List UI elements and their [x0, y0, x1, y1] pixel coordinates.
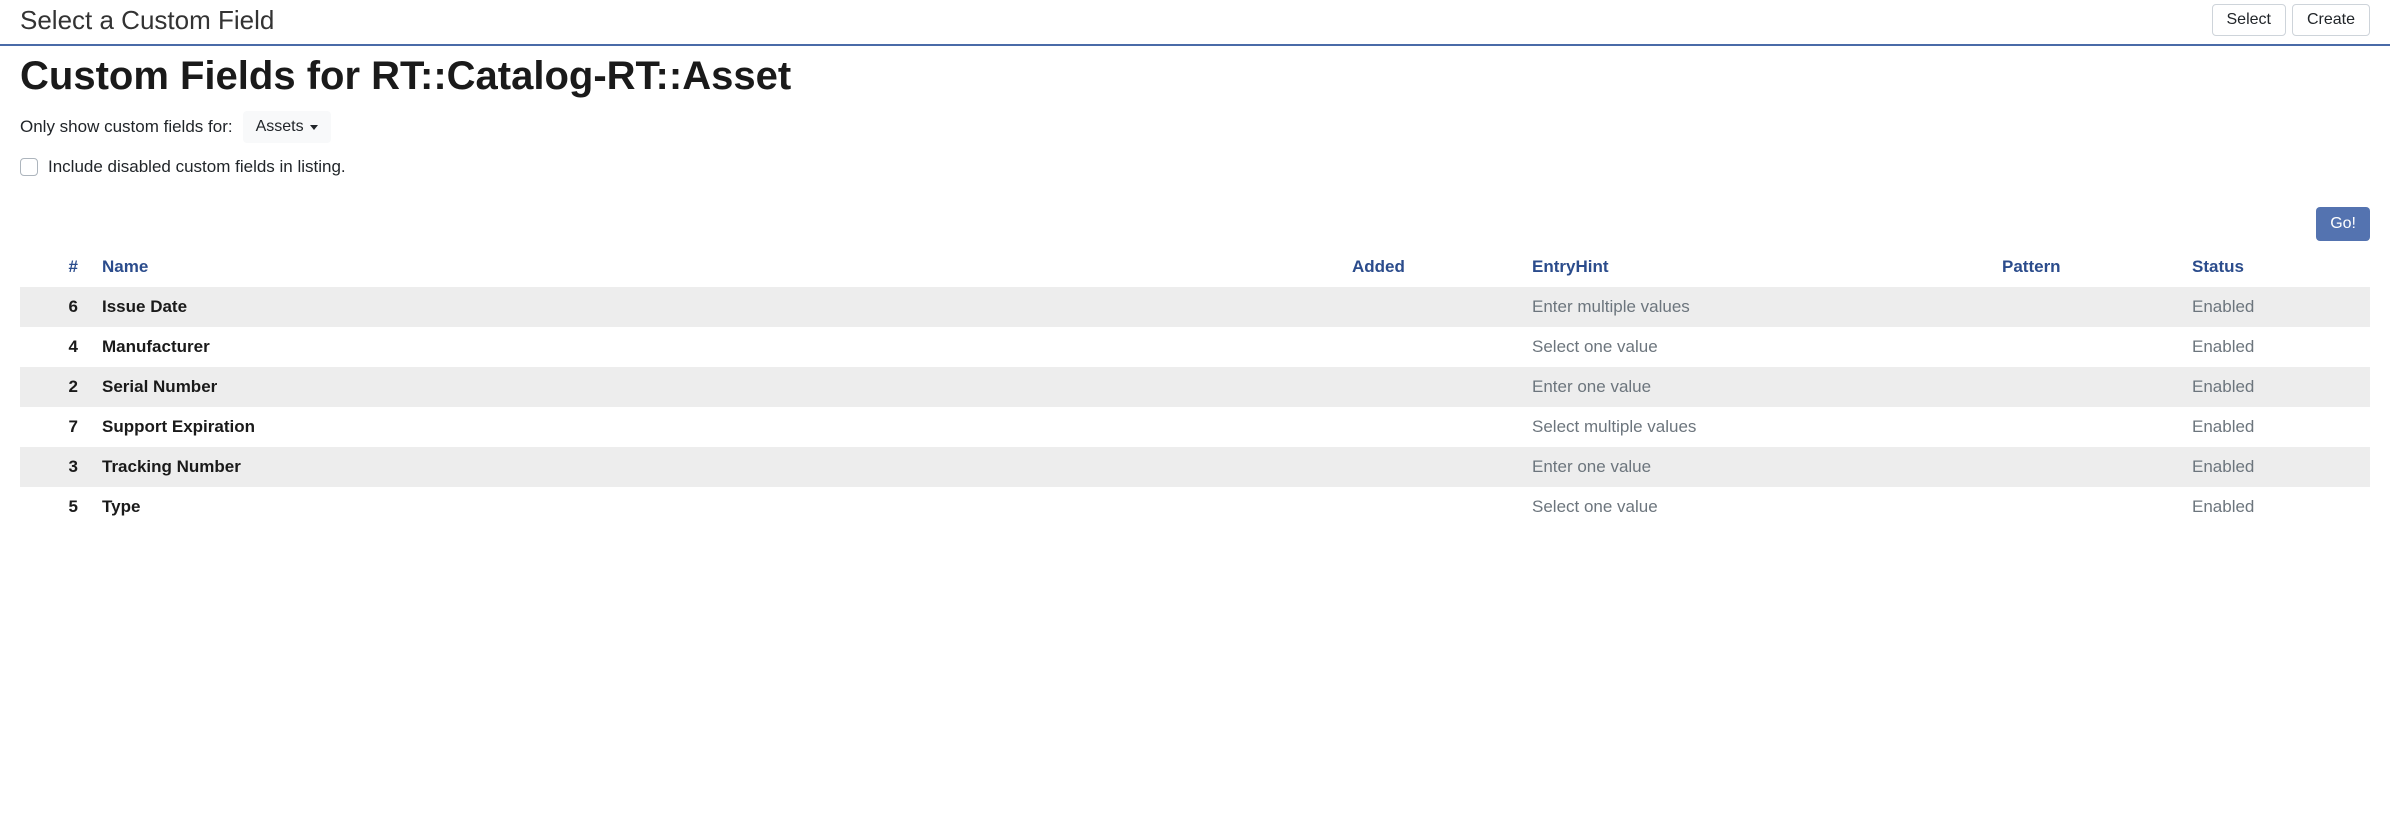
table-row[interactable]: 6Issue Date Enter multiple values Enabled [20, 287, 2370, 327]
cell-added [1340, 367, 1520, 407]
cell-name: Type [90, 487, 1340, 527]
cell-pattern [1990, 407, 2180, 447]
cell-name: Manufacturer [90, 327, 1340, 367]
cell-added [1340, 287, 1520, 327]
table-body: 6Issue DateEnter multiple valuesEnabled4… [20, 287, 2370, 527]
create-button[interactable]: Create [2292, 4, 2370, 36]
cell-num: 6 [20, 287, 90, 327]
cell-entryhint: Enter one value [1520, 367, 1990, 407]
cell-pattern [1990, 367, 2180, 407]
cell-status: Enabled [2180, 327, 2370, 367]
table-row[interactable]: 5Type Select one value Enabled [20, 487, 2370, 527]
page-title: Custom Fields for RT::Catalog-RT::Asset [20, 54, 2370, 99]
cell-entryhint: Enter one value [1520, 447, 1990, 487]
cell-num: 5 [20, 487, 90, 527]
table-row[interactable]: 4Manufacturer Select one value Enabled [20, 327, 2370, 367]
page-container: Select a Custom Field Select Create Cust… [0, 0, 2390, 547]
cell-entryhint: Select one value [1520, 327, 1990, 367]
col-header-num[interactable]: # [20, 247, 90, 287]
header-buttons: Select Create [2212, 4, 2371, 36]
cell-pattern [1990, 447, 2180, 487]
custom-fields-table: # Name Added EntryHint Pattern Status 6I… [20, 247, 2370, 527]
col-header-entryhint[interactable]: EntryHint [1520, 247, 1990, 287]
go-button[interactable]: Go! [2316, 207, 2370, 241]
cell-status: Enabled [2180, 407, 2370, 447]
filter-dropdown[interactable]: Assets [243, 111, 331, 143]
cell-name: Serial Number [90, 367, 1340, 407]
cell-name: Support Expiration [90, 407, 1340, 447]
col-header-added[interactable]: Added [1340, 247, 1520, 287]
include-disabled-row: Include disabled custom fields in listin… [20, 157, 2370, 177]
header-title: Select a Custom Field [20, 5, 274, 36]
go-row: Go! [20, 207, 2370, 241]
cell-pattern [1990, 327, 2180, 367]
cell-num: 2 [20, 367, 90, 407]
cell-status: Enabled [2180, 287, 2370, 327]
table-row[interactable]: 2Serial Number Enter one value Enabled [20, 367, 2370, 407]
cell-status: Enabled [2180, 487, 2370, 527]
cell-name: Tracking Number [90, 447, 1340, 487]
cell-pattern [1990, 487, 2180, 527]
filter-row: Only show custom fields for: Assets [20, 111, 2370, 143]
cell-name: Issue Date [90, 287, 1340, 327]
select-button[interactable]: Select [2212, 4, 2286, 36]
cell-added [1340, 407, 1520, 447]
filter-label: Only show custom fields for: [20, 117, 233, 137]
cell-status: Enabled [2180, 367, 2370, 407]
col-header-status[interactable]: Status [2180, 247, 2370, 287]
cell-entryhint: Enter multiple values [1520, 287, 1990, 327]
cell-num: 4 [20, 327, 90, 367]
cell-added [1340, 327, 1520, 367]
cell-num: 7 [20, 407, 90, 447]
col-header-name[interactable]: Name [90, 247, 1340, 287]
cell-added [1340, 487, 1520, 527]
table-row[interactable]: 3Tracking Number Enter one value Enabled [20, 447, 2370, 487]
cell-added [1340, 447, 1520, 487]
chevron-down-icon [310, 125, 318, 130]
col-header-pattern[interactable]: Pattern [1990, 247, 2180, 287]
cell-num: 3 [20, 447, 90, 487]
table-header: # Name Added EntryHint Pattern Status [20, 247, 2370, 287]
filter-dropdown-label: Assets [256, 118, 304, 136]
cell-status: Enabled [2180, 447, 2370, 487]
include-disabled-label: Include disabled custom fields in listin… [48, 157, 346, 177]
cell-entryhint: Select one value [1520, 487, 1990, 527]
table-row[interactable]: 7Support Expiration Select multiple value… [20, 407, 2370, 447]
content: Custom Fields for RT::Catalog-RT::Asset … [0, 46, 2390, 547]
cell-pattern [1990, 287, 2180, 327]
header-bar: Select a Custom Field Select Create [0, 0, 2390, 46]
cell-entryhint: Select multiple values [1520, 407, 1990, 447]
include-disabled-checkbox[interactable] [20, 158, 38, 176]
